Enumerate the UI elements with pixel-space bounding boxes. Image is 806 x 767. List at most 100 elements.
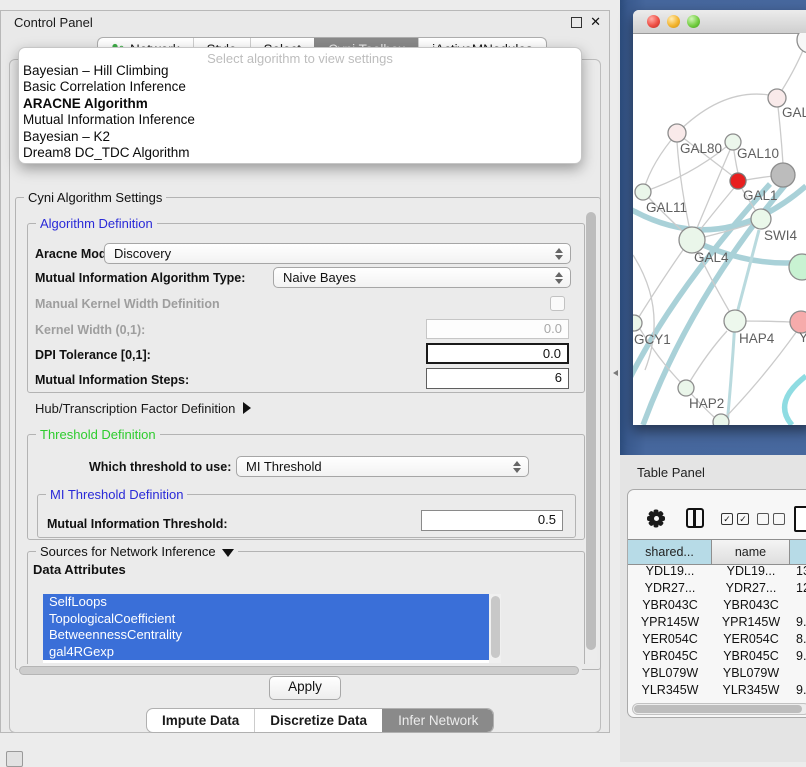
deselect-all-columns-icon[interactable] <box>757 513 785 525</box>
data-attributes-list[interactable]: SelfLoopsTopologicalCoefficientBetweenne… <box>43 594 501 663</box>
kernel-width-label: Kernel Width (0,1): <box>35 323 145 337</box>
algorithm-option[interactable]: Mutual Information Inference <box>21 112 577 128</box>
table-row[interactable]: YIL052CYIL052C9 <box>628 699 806 702</box>
table-cell: 9. <box>790 614 806 631</box>
network-node[interactable] <box>678 380 694 396</box>
column-header[interactable] <box>790 540 806 564</box>
bottom-tab-infer-network[interactable]: Infer Network <box>382 709 493 732</box>
table-row[interactable]: YPR145WYPR145W9. <box>628 614 806 631</box>
table-body[interactable]: YDL19...YDL19...13YDR27...YDR27...12YBR0… <box>628 563 806 702</box>
network-node[interactable] <box>635 184 651 200</box>
dpi-tolerance-field[interactable]: 0.0 <box>426 343 569 364</box>
close-traffic-light-icon[interactable] <box>647 15 660 28</box>
table-cell: YBL079W <box>712 665 790 682</box>
table-cell <box>790 665 806 682</box>
panel-splitter-handle[interactable] <box>613 370 618 376</box>
attribute-item[interactable]: gal4RGexp <box>43 644 489 661</box>
table-cell: YDR27... <box>628 580 712 597</box>
select-all-columns-icon[interactable]: ✓✓ <box>721 513 749 525</box>
network-node[interactable] <box>668 124 686 142</box>
node-label: GAL80 <box>680 141 722 156</box>
sources-legend[interactable]: Sources for Network Inference <box>36 544 238 559</box>
table-cell: YBR043C <box>712 597 790 614</box>
hub-definition-label: Hub/Transcription Factor Definition <box>35 401 235 416</box>
attributes-scrollbar[interactable] <box>489 594 501 663</box>
file-icon[interactable] <box>794 506 806 532</box>
network-node[interactable] <box>771 163 795 187</box>
float-window-icon[interactable] <box>571 17 582 28</box>
manual-kernel-checkbox[interactable] <box>550 296 565 311</box>
mi-threshold-field[interactable]: 0.5 <box>421 510 563 531</box>
network-node[interactable] <box>724 310 746 332</box>
which-threshold-select[interactable]: MI Threshold <box>236 456 529 477</box>
table-row[interactable]: YBL079WYBL079W <box>628 665 806 682</box>
table-row[interactable]: YBR045CYBR045C9. <box>628 648 806 665</box>
table-cell: 12 <box>790 580 806 597</box>
bottom-tab-impute-data[interactable]: Impute Data <box>147 709 254 732</box>
close-icon[interactable]: ✕ <box>590 14 601 30</box>
algorithm-dropdown-list: Bayesian – Hill ClimbingBasic Correlatio… <box>21 63 577 161</box>
table-row[interactable]: YDR27...YDR27...12 <box>628 580 806 597</box>
table-cell: YDR27... <box>712 580 790 597</box>
network-node[interactable] <box>789 254 806 280</box>
network-view-window[interactable]: GALGAL80GAL10GAL11GAL1SWI4GAL4GCY1HAP4YH… <box>633 10 806 425</box>
column-header[interactable]: shared... <box>628 540 712 564</box>
mi-threshold-definition-legend: MI Threshold Definition <box>46 487 187 502</box>
stepper-icon <box>555 271 563 285</box>
cyni-algorithm-settings-legend: Cyni Algorithm Settings <box>24 190 166 205</box>
mi-steps-field[interactable]: 6 <box>426 368 569 389</box>
corner-widget-icon[interactable] <box>6 751 23 767</box>
table-cell: YIL052C <box>712 699 790 702</box>
stepper-icon <box>555 247 563 261</box>
columns-icon[interactable] <box>686 508 704 528</box>
network-node[interactable] <box>797 33 806 53</box>
which-threshold-label: Which threshold to use: <box>89 460 231 474</box>
table-cell: YDL19... <box>712 563 790 580</box>
apply-button[interactable]: Apply <box>269 676 341 700</box>
table-row[interactable]: YBR043CYBR043C <box>628 597 806 614</box>
network-node[interactable] <box>751 209 771 229</box>
node-label: GAL1 <box>743 188 778 203</box>
table-cell: 13 <box>790 563 806 580</box>
settings-vertical-scrollbar[interactable] <box>585 211 597 663</box>
network-node[interactable] <box>713 414 729 425</box>
attribute-item[interactable]: SelfLoops <box>43 594 489 611</box>
algorithm-option[interactable]: ARACNE Algorithm <box>21 96 577 112</box>
cyni-bottom-tab-bar: Impute DataDiscretize DataInfer Network <box>146 708 494 733</box>
table-row[interactable]: YER054CYER054C8. <box>628 631 806 648</box>
attribute-item[interactable]: TopologicalCoefficient <box>43 611 489 628</box>
control-panel-titlebar: Control Panel ✕ <box>1 11 609 33</box>
table-row[interactable]: YLR345WYLR345W9. <box>628 682 806 699</box>
node-label: GAL10 <box>737 146 779 161</box>
table-row[interactable]: YDL19...YDL19...13 <box>628 563 806 580</box>
algorithm-option[interactable]: Dream8 DC_TDC Algorithm <box>21 145 577 161</box>
network-edge <box>785 376 806 425</box>
threshold-definition-legend: Threshold Definition <box>36 427 160 442</box>
mi-type-value: Naive Bayes <box>283 270 356 285</box>
algorithm-option[interactable]: Basic Correlation Inference <box>21 79 577 95</box>
network-window-titlebar[interactable] <box>633 10 806 34</box>
hub-definition-expander[interactable]: Hub/Transcription Factor Definition <box>35 401 251 416</box>
network-node[interactable] <box>730 173 746 189</box>
mi-type-label: Mutual Information Algorithm Type: <box>35 271 245 285</box>
mi-type-select[interactable]: Naive Bayes <box>273 267 571 288</box>
table-header-row[interactable]: shared...name <box>628 539 806 565</box>
zoom-traffic-light-icon[interactable] <box>687 15 700 28</box>
table-cell: YER054C <box>628 631 712 648</box>
mi-threshold-label: Mutual Information Threshold: <box>47 517 228 531</box>
kernel-width-field[interactable]: 0.0 <box>426 319 569 339</box>
table-horizontal-scrollbar[interactable] <box>632 703 806 715</box>
column-header[interactable]: name <box>712 540 790 564</box>
bottom-tab-discretize-data[interactable]: Discretize Data <box>254 709 382 732</box>
network-node[interactable] <box>633 315 642 331</box>
node-label: GAL <box>782 105 806 120</box>
algorithm-option[interactable]: Bayesian – K2 <box>21 129 577 145</box>
attribute-item[interactable]: BetweennessCentrality <box>43 627 489 644</box>
network-canvas[interactable]: GALGAL80GAL10GAL11GAL1SWI4GAL4GCY1HAP4YH… <box>633 33 806 425</box>
algorithm-option[interactable]: Bayesian – Hill Climbing <box>21 63 577 79</box>
gear-icon[interactable] <box>647 509 665 527</box>
settings-horizontal-scrollbar[interactable] <box>18 665 582 676</box>
mi-steps-label: Mutual Information Steps: <box>35 373 189 387</box>
aracne-mode-select[interactable]: Discovery <box>104 243 571 264</box>
minimize-traffic-light-icon[interactable] <box>667 15 680 28</box>
